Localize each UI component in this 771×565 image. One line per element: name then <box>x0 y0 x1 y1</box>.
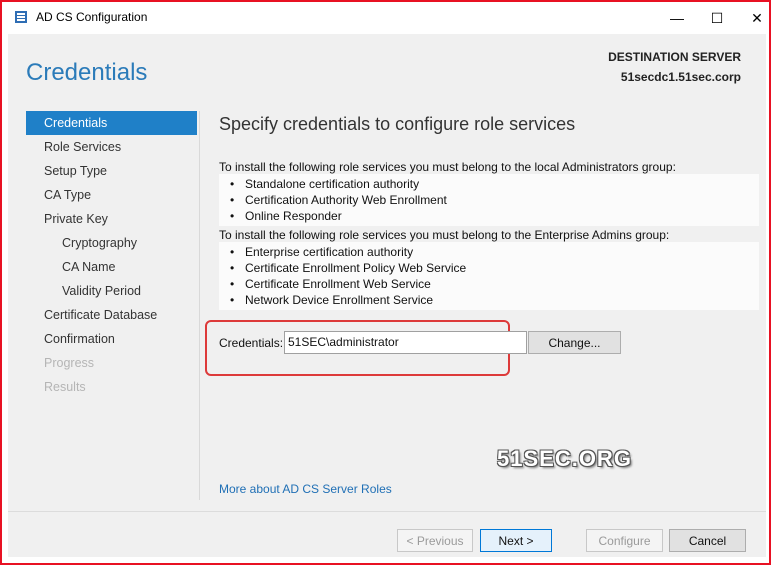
title-bar[interactable]: AD CS Configuration — ☐ ✕ <box>2 2 769 32</box>
list-item: • Network Device Enrollment Service <box>230 293 434 307</box>
configuration-dialog: Credentials DESTINATION SERVER 51secdc1.… <box>8 34 766 557</box>
window-title: AD CS Configuration <box>36 10 148 24</box>
maximize-icon[interactable]: ☐ <box>697 4 737 32</box>
enterprise-admin-description: To install the following role services y… <box>219 228 670 242</box>
change-button[interactable]: Change... <box>528 331 621 354</box>
more-about-roles-link[interactable]: More about AD CS Server Roles <box>219 482 392 496</box>
enterprise-admin-roles-list: • Enterprise certification authority • Cer… <box>219 242 759 310</box>
credentials-label: Credentials: <box>219 336 284 350</box>
next-button[interactable]: Next > <box>480 529 552 552</box>
wizard-footer: < Previous Next > Configure Cancel <box>8 511 766 557</box>
nav-item-confirmation[interactable]: Confirmation <box>26 327 197 351</box>
cancel-button[interactable]: Cancel <box>669 529 746 552</box>
previous-button[interactable]: < Previous <box>397 529 473 552</box>
list-item: • Standalone certification authority <box>230 177 420 191</box>
nav-item-credentials[interactable]: Credentials <box>26 111 197 135</box>
page-title: Credentials <box>26 59 148 86</box>
main-content: Specify credentials to configure role se… <box>219 111 759 310</box>
credentials-field[interactable]: 51SEC\administrator <box>284 331 527 354</box>
minimize-icon[interactable]: — <box>657 4 697 32</box>
nav-item-private-key[interactable]: Private Key <box>26 207 197 231</box>
destination-server-value: 51secdc1.51sec.corp <box>620 70 741 84</box>
configure-button[interactable]: Configure <box>586 529 663 552</box>
list-item: • Certificate Enrollment Policy Web Servi… <box>230 261 467 275</box>
wizard-nav: Credentials Role Services Setup Type CA … <box>26 111 197 399</box>
destination-server-label: DESTINATION SERVER <box>608 50 741 64</box>
list-item: • Certification Authority Web Enrollment <box>230 193 447 207</box>
nav-item-ca-name[interactable]: CA Name <box>26 255 197 279</box>
nav-item-results: Results <box>44 380 86 394</box>
server-manager-icon <box>15 11 27 23</box>
list-item: • Certificate Enrollment Web Service <box>230 277 431 291</box>
close-icon[interactable]: ✕ <box>737 4 771 32</box>
nav-item-role-services[interactable]: Role Services <box>26 135 197 159</box>
local-admin-description: To install the following role services y… <box>219 160 676 174</box>
section-heading: Specify credentials to configure role se… <box>219 114 576 134</box>
nav-divider <box>199 111 200 500</box>
nav-item-certificate-database[interactable]: Certificate Database <box>26 303 197 327</box>
nav-item-setup-type[interactable]: Setup Type <box>26 159 197 183</box>
list-item: • Online Responder <box>230 209 342 223</box>
nav-item-ca-type[interactable]: CA Type <box>26 183 197 207</box>
local-admin-roles-list: • Standalone certification authority • Cer… <box>219 174 759 226</box>
nav-item-validity-period[interactable]: Validity Period <box>26 279 197 303</box>
list-item: • Enterprise certification authority <box>230 245 414 259</box>
nav-item-cryptography[interactable]: Cryptography <box>26 231 197 255</box>
watermark-text: 51SEC.ORG <box>497 446 632 471</box>
nav-item-progress: Progress <box>44 356 95 370</box>
